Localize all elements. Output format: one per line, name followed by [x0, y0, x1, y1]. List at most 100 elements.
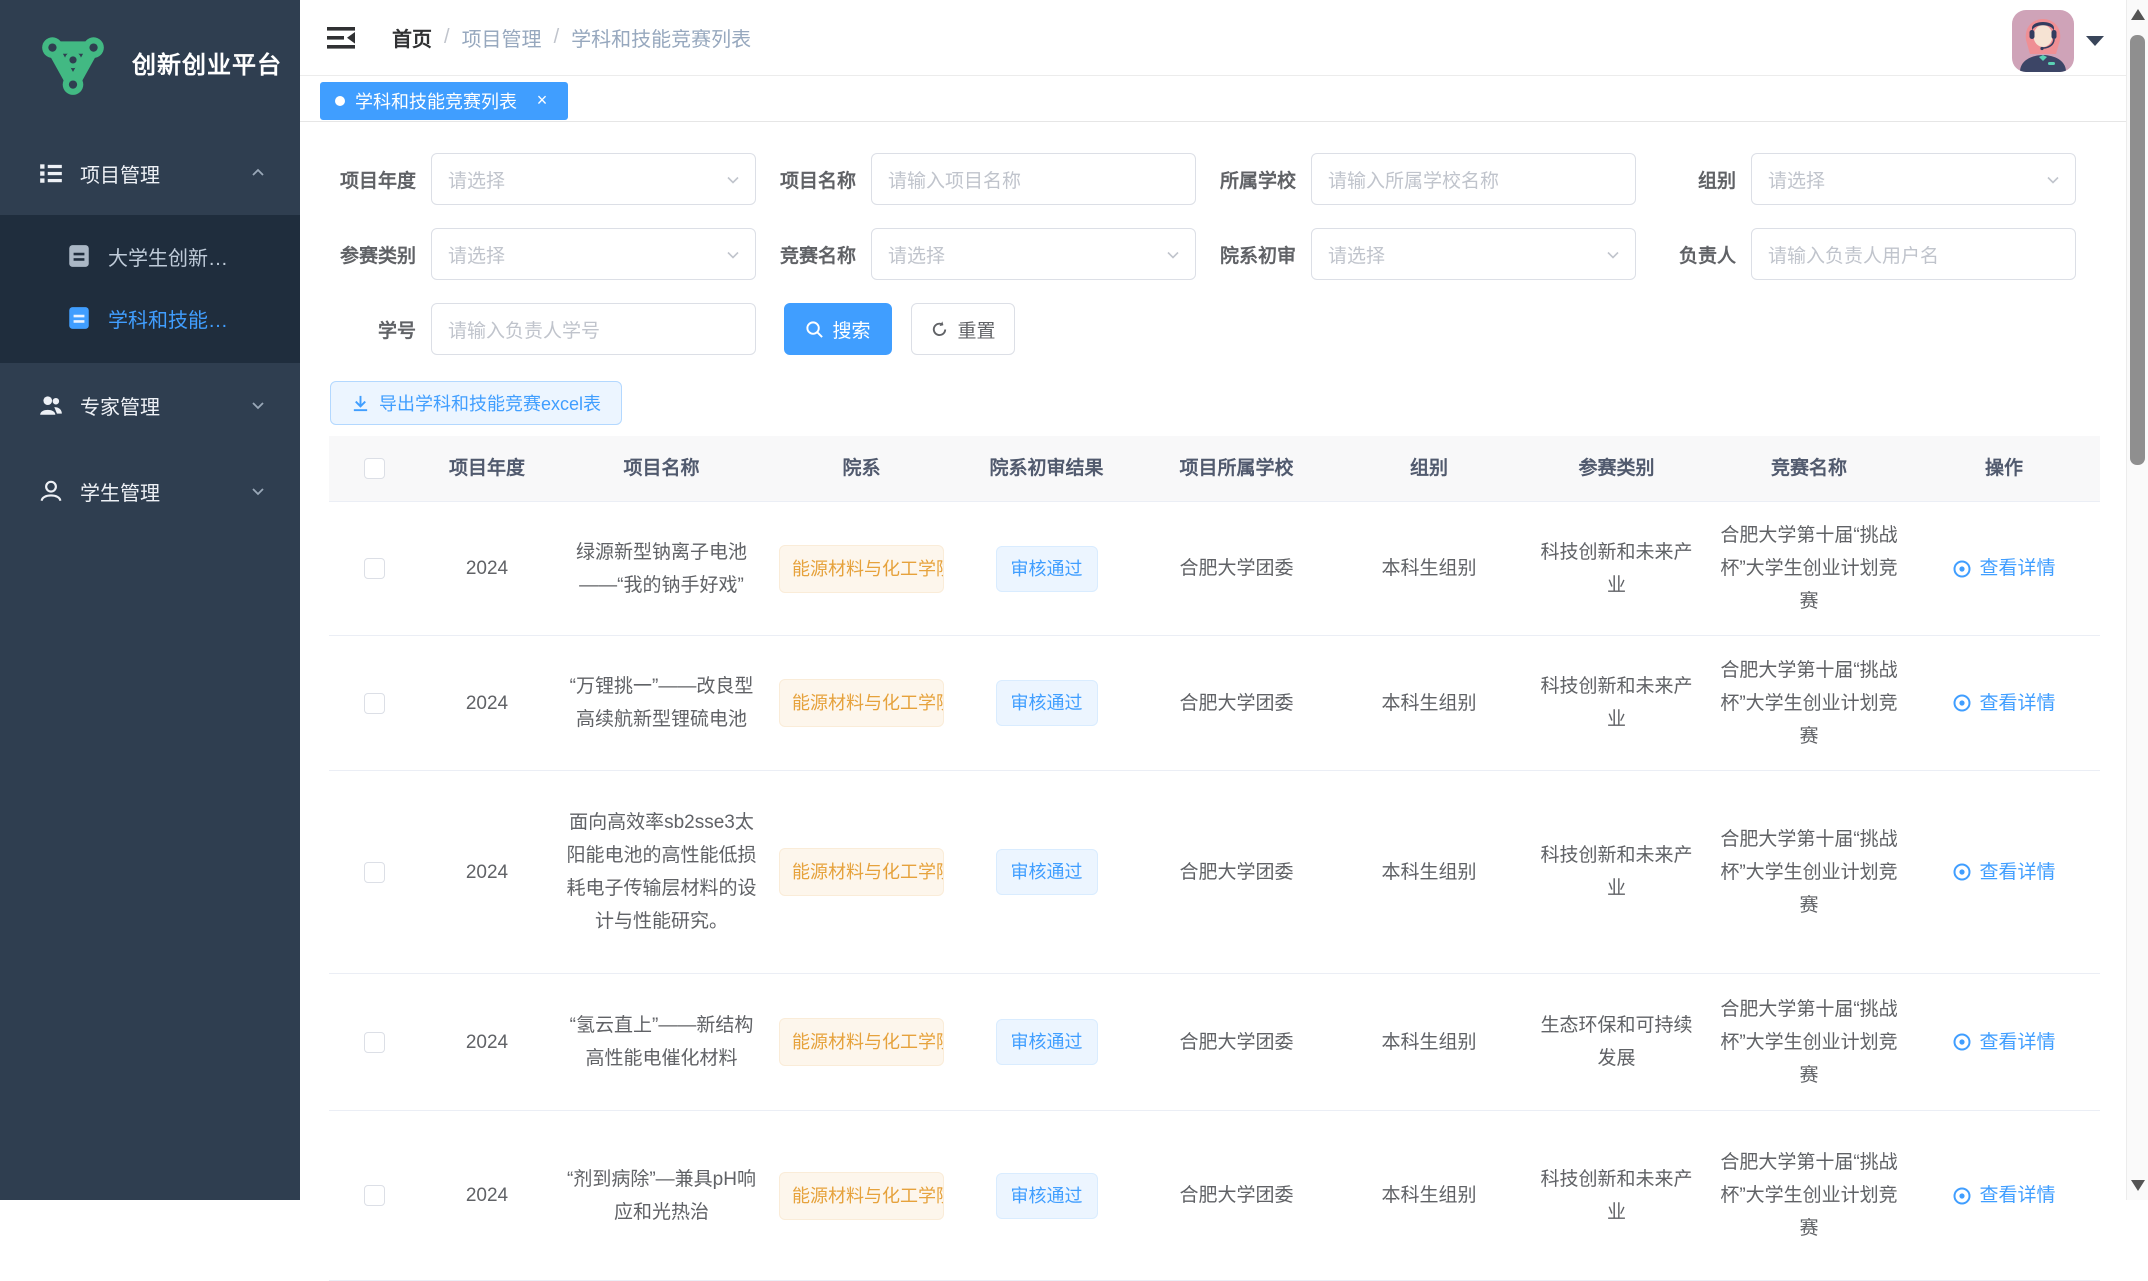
row-checkbox[interactable] [364, 693, 385, 714]
competition-name-select[interactable]: 请选择 [871, 228, 1196, 280]
cell-competition: 合肥大学第十届“挑战杯”大学生创业计划竞赛 [1709, 809, 1909, 936]
scrollbar-thumb[interactable] [2130, 35, 2145, 465]
filter-label-dept-review: 院系初审 [1210, 241, 1296, 268]
cell-name: “万锂挑一”——改良型高续航新型锂硫电池 [554, 656, 769, 750]
filter-label-group: 组别 [1650, 166, 1736, 193]
tags-view-bar: 学科和技能竞赛列表 × [300, 77, 2126, 122]
breadcrumb-current-page: 学科和技能竞赛列表 [571, 23, 751, 52]
cell-competition: 合肥大学第十届“挑战杯”大学生创业计划竞赛 [1709, 979, 1909, 1106]
cell-competition: 合肥大学第十届“挑战杯”大学生创业计划竞赛 [1709, 640, 1909, 767]
chevron-down-icon [725, 172, 741, 188]
view-icon [1952, 862, 1972, 882]
cell-name: 面向高效率sb2sse3太阳能电池的高性能低损耗电子传输层材料的设计与性能研究。 [554, 792, 769, 952]
sidebar-subitem-label: 学科和技能… [108, 304, 228, 333]
reset-button[interactable]: 重置 [911, 303, 1015, 355]
cell-year: 2024 [420, 842, 554, 903]
app-logo-icon [36, 26, 110, 100]
row-checkbox[interactable] [364, 558, 385, 579]
breadcrumb: 首页 / 项目管理 / 学科和技能竞赛列表 [392, 23, 751, 52]
download-icon [351, 394, 370, 413]
col-header-group: 组别 [1334, 436, 1524, 501]
table-row: 2024 “氢云直上”——新结构高性能电催化材料 能源材料与化工学院 审核通过 … [329, 974, 2100, 1111]
school-input[interactable]: 请输入所属学校名称 [1311, 153, 1636, 205]
sidebar-item-project-management[interactable]: 项目管理 [0, 145, 300, 201]
cell-year: 2024 [420, 538, 554, 599]
view-detail-link[interactable]: 查看详情 [1952, 856, 2055, 889]
breadcrumb-project-management[interactable]: 项目管理 [462, 23, 542, 52]
leader-input[interactable]: 请输入负责人用户名 [1751, 228, 2076, 280]
chevron-down-icon [725, 247, 741, 263]
view-detail-link[interactable]: 查看详情 [1952, 1179, 2055, 1212]
sidebar-item-student-innovation[interactable]: 大学生创新… [0, 225, 300, 287]
dept-badge: 能源材料与化工学院 [779, 679, 944, 727]
sidebar-submenu: 大学生创新… 学科和技能… [0, 215, 300, 363]
filter-label-project-year: 项目年度 [330, 166, 416, 193]
scrollbar-up-arrow-icon[interactable] [2131, 9, 2145, 20]
cell-year: 2024 [420, 1012, 554, 1073]
cell-school: 合肥大学团委 [1139, 538, 1334, 599]
tab-subject-skill-competition-list[interactable]: 学科和技能竞赛列表 × [320, 82, 568, 120]
cell-name: “氢云直上”——新结构高性能电催化材料 [554, 995, 769, 1089]
cell-year: 2024 [420, 673, 554, 734]
project-year-select[interactable]: 请选择 [431, 153, 756, 205]
entry-category-select[interactable]: 请选择 [431, 228, 756, 280]
dept-review-select[interactable]: 请选择 [1311, 228, 1636, 280]
sidebar-item-expert-management[interactable]: 专家管理 [0, 377, 300, 433]
project-name-input[interactable]: 请输入项目名称 [871, 153, 1196, 205]
review-status-badge: 审核通过 [996, 1019, 1098, 1065]
filter-label-project-name: 项目名称 [770, 166, 856, 193]
col-header-actions: 操作 [1909, 436, 2099, 501]
tab-label: 学科和技能竞赛列表 [355, 88, 517, 114]
sidebar-item-student-management[interactable]: 学生管理 [0, 463, 300, 519]
student-id-input[interactable]: 请输入负责人学号 [431, 303, 756, 355]
tab-close-icon[interactable]: × [531, 90, 553, 112]
row-checkbox[interactable] [364, 862, 385, 883]
select-all-checkbox[interactable] [364, 458, 385, 479]
breadcrumb-separator: / [554, 26, 560, 49]
app-title: 创新创业平台 [132, 45, 282, 80]
top-navbar: 首页 / 项目管理 / 学科和技能竞赛列表 [300, 0, 2126, 76]
sidebar-subitem-label: 大学生创新… [108, 242, 228, 271]
view-detail-link[interactable]: 查看详情 [1952, 1026, 2055, 1059]
sidebar-item-label: 学生管理 [80, 477, 160, 506]
export-excel-button[interactable]: 导出学科和技能竞赛excel表 [330, 381, 622, 425]
cell-competition: 合肥大学第十届“挑战杯”大学生创业计划竞赛 [1709, 1132, 1909, 1259]
avatar-image [2012, 10, 2074, 72]
col-header-dept: 院系 [769, 436, 954, 501]
view-icon [1952, 559, 1972, 579]
sidebar-item-subject-skill-competition[interactable]: 学科和技能… [0, 287, 300, 349]
sidebar: 创新创业平台 项目管理 大学生创新… 学科和技能… [0, 0, 300, 1200]
view-detail-link[interactable]: 查看详情 [1952, 552, 2055, 585]
breadcrumb-separator: / [444, 26, 450, 49]
avatar-dropdown-caret-icon[interactable] [2086, 36, 2104, 46]
chevron-up-icon [250, 165, 266, 181]
tab-active-dot-icon [335, 96, 345, 106]
review-status-badge: 审核通过 [996, 680, 1098, 726]
row-checkbox[interactable] [364, 1032, 385, 1053]
competition-table: 项目年度 项目名称 院系 院系初审结果 项目所属学校 组别 参赛类别 竞赛名称 … [329, 436, 2100, 1281]
col-header-year: 项目年度 [420, 436, 554, 501]
collapse-sidebar-icon[interactable] [326, 25, 356, 51]
page-scrollbar[interactable] [2126, 0, 2148, 1200]
cell-name: “剂到病除”—兼具pH响应和光热治 [554, 1149, 769, 1243]
sidebar-item-label: 专家管理 [80, 391, 160, 420]
cell-group: 本科生组别 [1334, 673, 1524, 734]
cell-year: 2024 [420, 1165, 554, 1226]
user-icon [38, 478, 64, 504]
users-icon [38, 392, 64, 418]
filter-label-leader: 负责人 [1650, 241, 1736, 268]
scrollbar-down-arrow-icon[interactable] [2131, 1180, 2145, 1191]
cell-name: 绿源新型钠离子电池——“我的钠手好戏” [554, 522, 769, 616]
search-button[interactable]: 搜索 [784, 303, 892, 355]
breadcrumb-home[interactable]: 首页 [392, 23, 432, 52]
chevron-down-icon [1605, 247, 1621, 263]
cell-school: 合肥大学团委 [1139, 673, 1334, 734]
table-row: 2024 “剂到病除”—兼具pH响应和光热治 能源材料与化工学院 审核通过 合肥… [329, 1111, 2100, 1281]
chevron-down-icon [1165, 247, 1181, 263]
avatar[interactable] [2012, 10, 2074, 72]
row-checkbox[interactable] [364, 1185, 385, 1206]
cell-category: 科技创新和未来产业 [1524, 1149, 1709, 1243]
group-select[interactable]: 请选择 [1751, 153, 2076, 205]
filter-label-student-id: 学号 [330, 316, 416, 343]
view-detail-link[interactable]: 查看详情 [1952, 687, 2055, 720]
